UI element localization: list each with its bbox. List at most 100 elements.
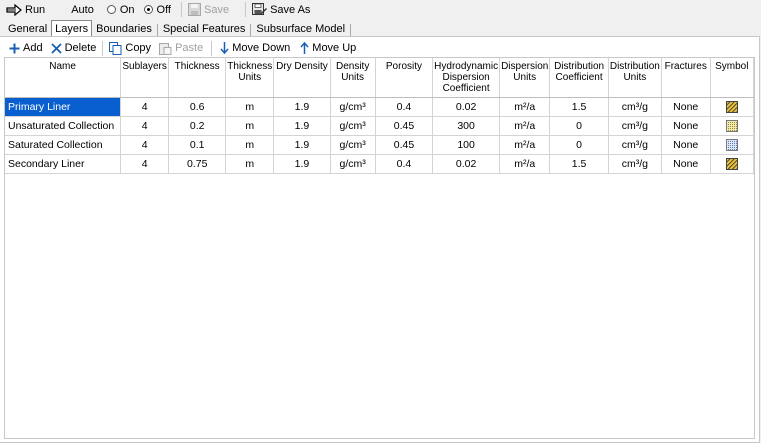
tab-general[interactable]: General: [4, 21, 51, 36]
cell-fractures[interactable]: None: [661, 116, 711, 136]
cell-hydrodynamic-dispersion[interactable]: 0.02: [432, 154, 501, 174]
tab-boundaries[interactable]: Boundaries: [92, 21, 156, 36]
col-header-density-units[interactable]: Density Units: [330, 58, 376, 98]
run-arrow-icon: [6, 3, 22, 16]
cell-thickness-units[interactable]: m: [225, 97, 275, 117]
paste-icon: [159, 42, 172, 55]
cell-thickness-units[interactable]: m: [225, 154, 275, 174]
cell-fractures[interactable]: None: [661, 135, 711, 155]
cell-name[interactable]: Saturated Collection: [5, 135, 122, 155]
save-as-button[interactable]: Save As: [250, 1, 312, 18]
cell-dry-density[interactable]: 1.9: [273, 154, 331, 174]
col-header-thickness-units[interactable]: Thickness Units: [225, 58, 275, 98]
tab-subsurface-model[interactable]: Subsurface Model: [252, 21, 349, 36]
cell-distribution-coefficient[interactable]: 1.5: [549, 154, 609, 174]
col-header-distribution-units[interactable]: Distribution Units: [608, 58, 662, 98]
cell-distribution-coefficient[interactable]: 1.5: [549, 97, 609, 117]
auto-label: Auto: [71, 3, 94, 16]
toolbar-separator: [181, 2, 182, 17]
col-header-hydrodynamic-dispersion[interactable]: Hydrodynamic Dispersion Coefficient: [432, 58, 501, 98]
cell-dry-density[interactable]: 1.9: [273, 116, 331, 136]
tab-special-features[interactable]: Special Features: [159, 21, 250, 36]
cell-porosity[interactable]: 0.45: [375, 116, 434, 136]
arrow-down-icon: [220, 42, 229, 54]
cell-thickness[interactable]: 0.1: [168, 135, 227, 155]
cell-dry-density[interactable]: 1.9: [273, 97, 331, 117]
table-row[interactable]: Secondary Liner 4 0.75 m 1.9 g/cm³ 0.4 0…: [5, 154, 755, 174]
cell-sublayers[interactable]: 4: [120, 135, 170, 155]
tab-separator: [156, 24, 158, 36]
col-header-sublayers[interactable]: Sublayers: [120, 58, 170, 98]
cell-dispersion-units[interactable]: m²/a: [499, 135, 551, 155]
col-header-symbol[interactable]: Symbol: [710, 58, 755, 98]
cell-density-units[interactable]: g/cm³: [330, 154, 376, 174]
cell-hydrodynamic-dispersion[interactable]: 300: [432, 116, 501, 136]
cell-symbol[interactable]: [710, 116, 755, 136]
cell-symbol[interactable]: [710, 97, 755, 117]
cell-sublayers[interactable]: 4: [120, 154, 170, 174]
add-layer-button[interactable]: Add: [6, 40, 46, 57]
table-row[interactable]: Unsaturated Collection 4 0.2 m 1.9 g/cm³…: [5, 116, 755, 136]
tab-separator: [350, 24, 352, 36]
layers-table: Name Sublayers Thickness Thickness Units…: [5, 58, 755, 174]
cell-density-units[interactable]: g/cm³: [330, 97, 376, 117]
save-button[interactable]: Save: [186, 1, 231, 18]
cell-thickness-units[interactable]: m: [225, 116, 275, 136]
tab-layers[interactable]: Layers: [51, 20, 93, 36]
cell-dispersion-units[interactable]: m²/a: [499, 154, 551, 174]
cell-name[interactable]: Secondary Liner: [5, 154, 122, 174]
cell-dispersion-units[interactable]: m²/a: [499, 116, 551, 136]
col-header-name[interactable]: Name: [5, 58, 122, 98]
cell-hydrodynamic-dispersion[interactable]: 0.02: [432, 97, 501, 117]
move-down-button[interactable]: Move Down: [217, 40, 293, 57]
cell-dispersion-units[interactable]: m²/a: [499, 97, 551, 117]
arrow-up-icon: [300, 42, 309, 54]
cell-distribution-coefficient[interactable]: 0: [549, 135, 609, 155]
auto-off-radio[interactable]: Off: [143, 4, 171, 16]
cell-name[interactable]: Unsaturated Collection: [5, 116, 122, 136]
cell-sublayers[interactable]: 4: [120, 116, 170, 136]
table-row[interactable]: Primary Liner 4 0.6 m 1.9 g/cm³ 0.4 0.02…: [5, 97, 755, 117]
run-button[interactable]: Run: [4, 1, 47, 18]
cell-hydrodynamic-dispersion[interactable]: 100: [432, 135, 501, 155]
table-row[interactable]: Saturated Collection 4 0.1 m 1.9 g/cm³ 0…: [5, 135, 755, 155]
cell-dry-density[interactable]: 1.9: [273, 135, 331, 155]
cell-density-units[interactable]: g/cm³: [330, 135, 376, 155]
dotted-yellow-icon: [725, 120, 738, 133]
cell-name[interactable]: Primary Liner: [5, 97, 122, 117]
col-header-distribution-coefficient[interactable]: Distribution Coefficient: [549, 58, 609, 98]
cell-distribution-units[interactable]: cm³/g: [608, 154, 662, 174]
cell-fractures[interactable]: None: [661, 154, 711, 174]
radio-checked-icon: [143, 5, 153, 14]
cell-thickness-units[interactable]: m: [225, 135, 275, 155]
save-disk-icon: [188, 3, 201, 16]
cell-symbol[interactable]: [710, 135, 755, 155]
delete-layer-button[interactable]: Delete: [48, 40, 100, 57]
cell-distribution-units[interactable]: cm³/g: [608, 116, 662, 136]
cell-distribution-units[interactable]: cm³/g: [608, 135, 662, 155]
cell-thickness[interactable]: 0.6: [168, 97, 227, 117]
cell-distribution-coefficient[interactable]: 0: [549, 116, 609, 136]
cell-porosity[interactable]: 0.4: [375, 97, 434, 117]
cell-distribution-units[interactable]: cm³/g: [608, 97, 662, 117]
copy-layer-button[interactable]: Copy: [106, 40, 154, 57]
cell-thickness[interactable]: 0.75: [168, 154, 227, 174]
col-header-thickness[interactable]: Thickness: [168, 58, 227, 98]
col-header-dry-density[interactable]: Dry Density: [273, 58, 331, 98]
cell-sublayers[interactable]: 4: [120, 97, 170, 117]
cell-fractures[interactable]: None: [661, 97, 711, 117]
table-header-row: Name Sublayers Thickness Thickness Units…: [5, 58, 755, 98]
col-header-porosity[interactable]: Porosity: [375, 58, 434, 98]
cell-thickness[interactable]: 0.2: [168, 116, 227, 136]
paste-layer-button[interactable]: Paste: [156, 40, 206, 57]
auto-on-radio[interactable]: On: [106, 4, 135, 16]
cell-density-units[interactable]: g/cm³: [330, 116, 376, 136]
layers-grid[interactable]: Name Sublayers Thickness Thickness Units…: [4, 57, 755, 439]
cell-porosity[interactable]: 0.4: [375, 154, 434, 174]
cell-symbol[interactable]: [710, 154, 755, 174]
col-header-dispersion-units[interactable]: Dispersion Units: [499, 58, 551, 98]
col-header-fractures[interactable]: Fractures: [661, 58, 711, 98]
move-up-button[interactable]: Move Up: [297, 40, 359, 57]
cell-porosity[interactable]: 0.45: [375, 135, 434, 155]
save-label: Save: [204, 3, 230, 16]
